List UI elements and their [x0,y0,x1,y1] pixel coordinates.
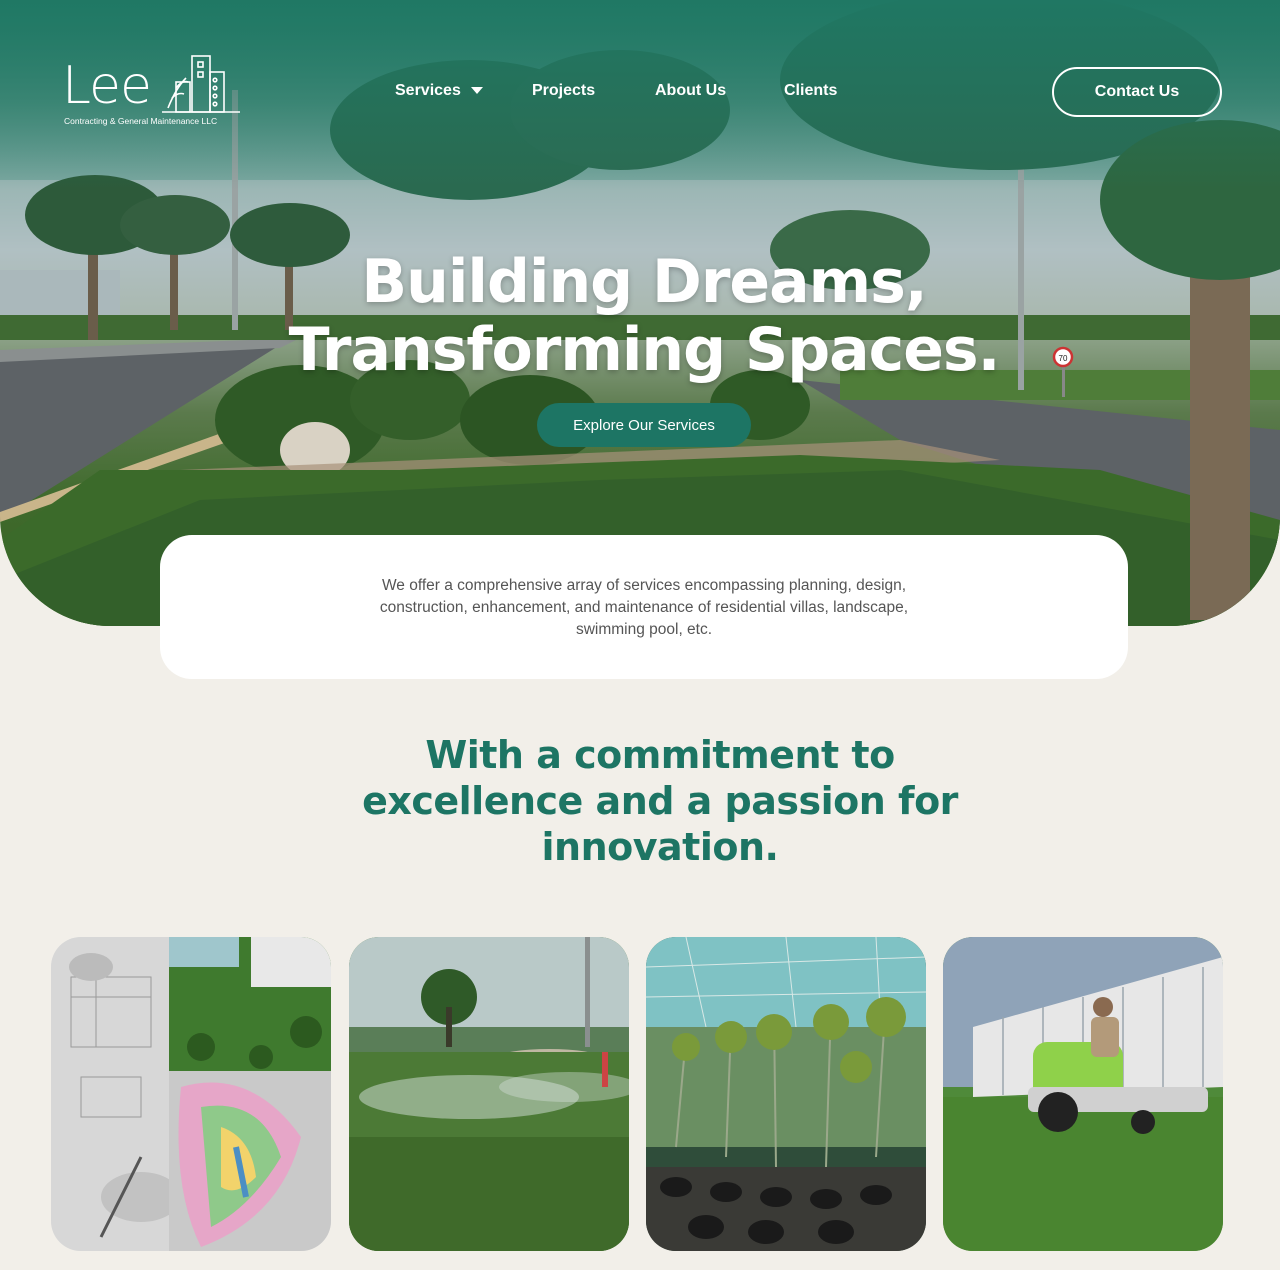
hero-title: Building Dreams, Transforming Spaces. [0,248,1280,384]
maintenance-image [943,937,1223,1251]
gallery-tile-nursery[interactable] [646,937,926,1251]
nav-about-us[interactable]: About Us [655,82,726,100]
hero-title-line-1: Building Dreams, [361,247,927,317]
intro-text: We offer a comprehensive array of servic… [379,577,909,638]
gallery-tile-irrigation[interactable] [349,937,629,1251]
irrigation-image [349,937,629,1251]
nursery-image [646,937,926,1251]
hero-section: 70 Lee Contracting & General Maintenance… [0,0,1280,626]
logo-buildings-icon [162,55,240,113]
hero-title-line-2: Transforming Spaces. [288,315,1001,385]
nav-clients[interactable]: Clients [784,82,837,100]
nav-projects[interactable]: Projects [532,82,595,100]
commitment-heading: With a commitment to excellence and a pa… [362,733,958,869]
nav-services-label: Services [395,82,461,99]
gallery-tile-maintenance[interactable] [943,937,1223,1251]
intro-card: We offer a comprehensive array of servic… [160,535,1128,679]
nav-services[interactable]: Services [395,82,483,100]
explore-services-button[interactable]: Explore Our Services [537,403,751,447]
chevron-down-icon [470,87,483,95]
brand-logo[interactable]: Lee Contracting & General Maintenance LL… [62,48,252,130]
logo-tagline: Contracting & General Maintenance LLC [64,116,218,126]
logo-wordmark: Lee [62,56,152,116]
contact-us-button[interactable]: Contact Us [1052,67,1222,117]
design-planning-image [51,937,331,1251]
gallery-tile-design-planning[interactable] [51,937,331,1251]
